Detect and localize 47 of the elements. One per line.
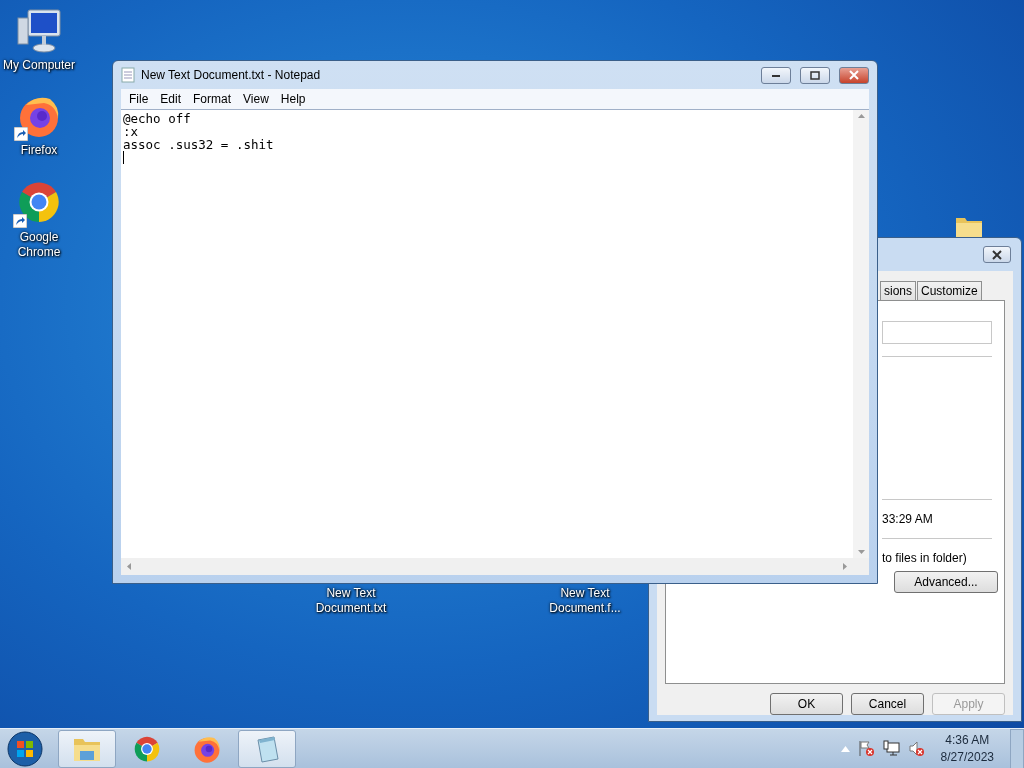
scroll-down-icon [857,550,865,554]
close-icon [849,70,859,80]
desktop-icon-label[interactable]: My Computer [0,58,78,73]
desktop-icon-label[interactable]: Firefox [0,143,78,158]
name-field[interactable] [882,321,992,344]
dialog-button[interactable]: OK [770,693,843,715]
scroll-right-icon [843,563,847,570]
text-line: assoc .sus32 = .shit [123,138,275,151]
desktop-icon-label[interactable]: New Text Document.txt [312,586,390,616]
close-button[interactable] [983,246,1011,263]
window-title: New Text Document.txt - Notepad [141,68,322,82]
date-text: 8/27/2023 [940,748,994,766]
menu-item[interactable]: View [237,92,275,106]
flag-warning-icon[interactable] [857,740,875,757]
taskbar-button[interactable] [58,729,116,768]
dialog-button[interactable]: Cancel [851,693,924,715]
vertical-scrollbar[interactable] [853,110,869,558]
desktop-icon-label[interactable]: Google Chrome [0,230,78,260]
text-cursor [123,151,124,164]
modified-time-text: 33:29 AM [882,512,934,526]
minimize-button[interactable] [761,66,791,84]
time-text: 4:36 AM [945,731,990,749]
clock[interactable]: 4:36 AM 8/27/2023 [932,731,1002,766]
start-button[interactable] [4,729,46,768]
maximize-button[interactable] [800,66,830,84]
close-icon [992,249,1002,260]
tab[interactable]: Customize [917,281,982,300]
volume-muted-icon[interactable] [907,740,925,757]
desktop-icon-label[interactable]: New Text Document.f... [546,586,624,616]
minimize-icon [771,72,781,78]
horizontal-scrollbar[interactable] [121,558,853,575]
attributes-note-text: to files in folder) [882,551,968,565]
folder-icon[interactable] [955,215,983,237]
advanced-button[interactable]: Advanced... [894,571,998,593]
network-icon[interactable] [882,740,900,757]
scroll-up-icon [857,114,865,118]
maximize-icon [810,70,820,80]
menu-item[interactable]: Format [187,92,238,106]
text-line: :x [123,125,139,138]
menu-item[interactable]: Edit [154,92,188,106]
computer-icon[interactable] [16,8,62,54]
tab[interactable]: sions [880,281,916,300]
scroll-left-icon [127,563,131,570]
menu-item[interactable]: File [123,92,155,106]
text-line: @echo off [123,112,192,125]
menu-item[interactable]: Help [274,92,312,106]
notepad-icon [121,67,135,83]
